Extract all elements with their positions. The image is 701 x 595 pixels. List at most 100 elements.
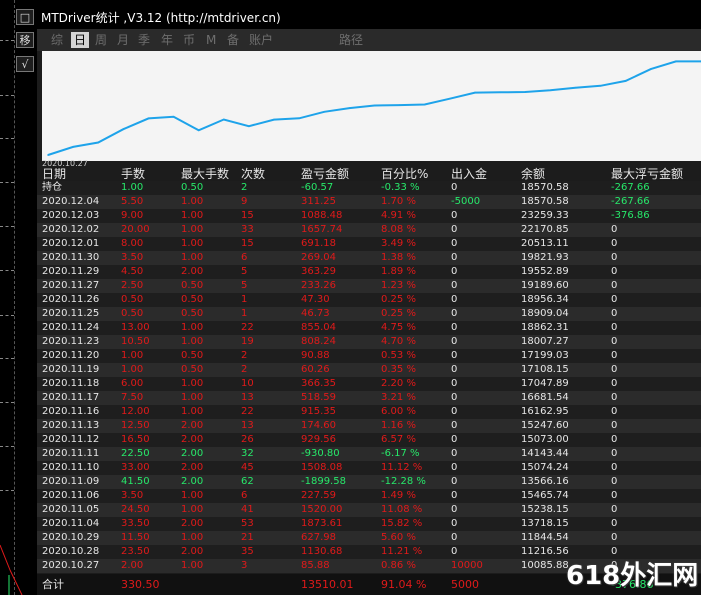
- table-cell: -267.66: [611, 196, 650, 207]
- panel-minimize-button[interactable]: □: [16, 9, 34, 25]
- table-row[interactable]: 2020.11.18 6.00 1.00 10 366.35 2.20 % 0 17047.8…: [37, 377, 701, 391]
- table-cell: 23259.33: [521, 210, 569, 221]
- column-header[interactable]: 日期: [42, 168, 66, 181]
- table-cell: -6.17 %: [381, 448, 420, 459]
- table-row[interactable]: 2020.11.10 33.00 2.00 45 1508.08 11.12 % 0 1507…: [37, 461, 701, 475]
- table-cell: 0: [451, 532, 458, 543]
- table-cell: 6.57 %: [381, 434, 416, 445]
- table-cell: 11216.56: [521, 546, 569, 557]
- table-row[interactable]: 2020.12.02 20.00 1.00 33 1657.74 8.08 % 0 22170…: [37, 223, 701, 237]
- table-cell: 10000: [451, 560, 483, 571]
- table-row[interactable]: 2020.11.27 2.50 0.50 5 233.26 1.23 % 0 19189.60…: [37, 279, 701, 293]
- table-cell: 269.04: [301, 252, 336, 263]
- table-row[interactable]: 2020.12.01 8.00 1.00 15 691.18 3.49 % 0 20513.1…: [37, 237, 701, 251]
- table-cell: 0: [451, 406, 458, 417]
- table-cell: 0.50: [181, 280, 204, 291]
- table-cell: 0.50: [181, 294, 204, 305]
- table-header: 日期 手数 最大手数 次数 盈亏金额 百分比% 出入金 余额 最大浮亏金额: [37, 168, 701, 181]
- table-cell: 2.20 %: [381, 378, 416, 389]
- column-header[interactable]: 手数: [121, 168, 145, 181]
- total-label: 合计: [42, 578, 64, 591]
- table-row[interactable]: 持仓 1.00 0.50 2 -60.57 -0.33 % 0 18570.58 -267.66: [37, 181, 701, 195]
- table-row[interactable]: 2020.11.30 3.50 1.00 6 269.04 1.38 % 0 19821.93…: [37, 251, 701, 265]
- table-row[interactable]: 2020.12.04 5.50 1.00 9 311.25 1.70 % -5000 1857…: [37, 195, 701, 209]
- table-cell: 11.12 %: [381, 462, 423, 473]
- table-cell: 16.50: [121, 434, 150, 445]
- panel-check-button[interactable]: √: [16, 56, 34, 72]
- table-cell: 1088.48: [301, 210, 343, 221]
- table-row[interactable]: 2020.11.24 13.00 1.00 22 855.04 4.75 % 0 18862.…: [37, 321, 701, 335]
- table-cell: 13566.16: [521, 476, 569, 487]
- table-cell: -5000: [451, 196, 481, 207]
- balance-point: [72, 146, 74, 148]
- column-header[interactable]: 百分比%: [381, 168, 428, 181]
- table-cell: 1130.68: [301, 546, 343, 557]
- table-row[interactable]: 2020.11.23 10.50 1.00 19 808.24 4.70 % 0 18007.…: [37, 335, 701, 349]
- table-cell: -60.57: [301, 182, 334, 193]
- balance-chart-svg: [47, 60, 701, 156]
- table-cell: 1.00: [121, 182, 144, 193]
- table-row[interactable]: 2020.11.25 0.50 0.50 1 46.73 0.25 % 0 18909.04 0: [37, 307, 701, 321]
- tab-7[interactable]: M: [206, 32, 216, 48]
- table-cell: -930.80: [301, 448, 340, 459]
- table-cell: 12.50: [121, 420, 150, 431]
- table-row[interactable]: 2020.12.03 9.00 1.00 15 1088.48 4.91 % 0 23259.…: [37, 209, 701, 223]
- tab-3[interactable]: 月: [117, 32, 129, 48]
- table-row[interactable]: 2020.11.26 0.50 0.50 1 47.30 0.25 % 0 18956.34 0: [37, 293, 701, 307]
- table-cell: 0: [611, 308, 618, 319]
- balance-point: [273, 118, 275, 121]
- table-cell: 6.00: [121, 378, 144, 389]
- balance-series-line: [47, 60, 701, 156]
- table-cell: 0.50: [121, 294, 144, 305]
- table-row[interactable]: 2020.11.11 22.50 2.00 32 -930.80 -6.17 % 0 1414…: [37, 447, 701, 461]
- table-row[interactable]: 2020.11.20 1.00 0.50 2 90.88 0.53 % 0 17199.03 0: [37, 349, 701, 363]
- table-cell: 8.00: [121, 238, 144, 249]
- table-cell: 3: [241, 560, 248, 571]
- table-cell: 19821.93: [521, 252, 569, 263]
- balance-point: [599, 85, 602, 87]
- table-row[interactable]: 2020.11.12 16.50 2.00 26 929.56 6.57 % 0 15073.…: [37, 433, 701, 447]
- tab-0[interactable]: 综: [51, 32, 63, 48]
- table-cell: -1899.58: [301, 476, 346, 487]
- column-header[interactable]: 最大浮亏金额: [611, 168, 683, 181]
- tab-4[interactable]: 季: [138, 32, 150, 48]
- table-row[interactable]: 2020.11.05 24.50 1.00 41 1520.00 11.08 % 0 1523…: [37, 503, 701, 517]
- column-header[interactable]: 盈亏金额: [301, 168, 349, 181]
- table-row[interactable]: 2020.11.06 3.50 1.00 6 227.59 1.49 % 0 15465.74…: [37, 489, 701, 503]
- panel-move-button[interactable]: 移: [16, 32, 34, 48]
- strip-divider: [14, 0, 15, 595]
- table-row[interactable]: 2020.11.29 4.50 2.00 5 363.29 1.89 % 0 19552.89…: [37, 265, 701, 279]
- table-row[interactable]: 2020.11.09 41.50 2.00 62 -1899.58 -12.28 % 0 13…: [37, 475, 701, 489]
- table-row[interactable]: 2020.11.13 12.50 2.00 13 174.60 1.16 % 0 15247.…: [37, 419, 701, 433]
- table-row[interactable]: 2020.11.04 33.50 2.00 53 1873.61 15.82 % 0 1371…: [37, 517, 701, 531]
- table-row[interactable]: 2020.11.16 12.00 1.00 22 915.35 6.00 % 0 16162.…: [37, 405, 701, 419]
- tab-5[interactable]: 年: [161, 32, 173, 48]
- column-header[interactable]: 最大手数: [181, 168, 229, 181]
- table-cell: 6: [241, 490, 248, 501]
- table-cell: 0: [451, 392, 458, 403]
- tab-1[interactable]: 日: [71, 32, 90, 48]
- table-cell: 2: [241, 350, 248, 361]
- table-cell: 0: [611, 252, 618, 263]
- table-cell: 33: [241, 224, 254, 235]
- table-row[interactable]: 2020.10.29 11.50 1.00 21 627.98 5.60 % 0 11844.…: [37, 531, 701, 545]
- tab-6[interactable]: 币: [183, 32, 195, 48]
- balance-point: [122, 128, 125, 130]
- column-header[interactable]: 出入金: [451, 168, 487, 181]
- balance-point: [549, 89, 552, 92]
- column-header[interactable]: 次数: [241, 168, 265, 181]
- column-header[interactable]: 余额: [521, 168, 545, 181]
- table-cell: 2020.10.29: [42, 532, 100, 543]
- tab-2[interactable]: 周: [95, 32, 107, 48]
- table-cell: 0: [451, 504, 458, 515]
- table-cell: 19552.89: [521, 266, 569, 277]
- balance-point: [675, 60, 677, 63]
- table-cell: 0: [451, 182, 458, 193]
- table-row[interactable]: 2020.11.17 7.50 1.00 13 518.59 3.21 % 0 16681.5…: [37, 391, 701, 405]
- tab-10[interactable]: 路径: [339, 32, 363, 48]
- table-cell: 0: [451, 322, 458, 333]
- table-cell: 1.00: [181, 238, 204, 249]
- tab-9[interactable]: 账户: [249, 32, 273, 48]
- tab-8[interactable]: 备: [227, 32, 239, 48]
- table-row[interactable]: 2020.11.19 1.00 0.50 2 60.26 0.35 % 0 17108.15 0: [37, 363, 701, 377]
